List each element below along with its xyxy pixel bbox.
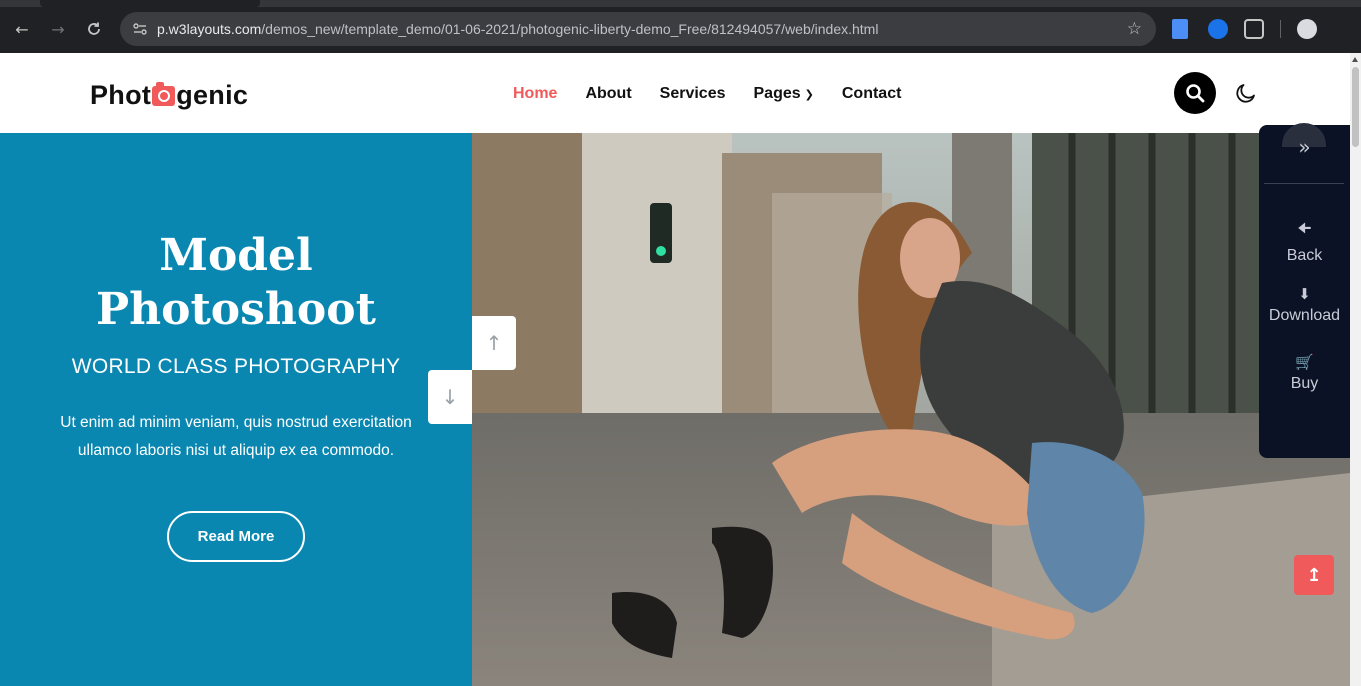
search-button[interactable] [1174,72,1216,114]
arrow-up-icon: ↑ [485,331,503,355]
site-logo[interactable]: Phot genic [90,80,248,111]
hero-title: Model Photoshoot [0,229,472,337]
profile-icon[interactable] [1297,19,1317,39]
chevron-down-icon: ❯ [804,87,814,101]
hero-panel: Model Photoshoot WORLD CLASS PHOTOGRAPHY… [0,133,472,686]
nav-about[interactable]: About [585,85,631,103]
url-text: p.w3layouts.com/demos_new/template_demo/… [157,21,878,37]
demo-side-panel: » 🠈 Back ⬇ Download 🛒 Buy [1259,123,1350,458]
nav-services[interactable]: Services [660,85,726,103]
browser-toolbar: ← → p.w3layouts.com/demos_new/template_d… [0,0,1361,53]
puzzle-extension-icon[interactable] [1244,19,1264,39]
nav-pages[interactable]: Pages ❯ [754,85,814,103]
site-info-icon[interactable] [132,21,148,37]
page-scrollbar[interactable] [1350,53,1361,686]
scrollbar-thumb[interactable] [1352,67,1359,147]
arrow-left-icon: 🠈 [1297,219,1312,237]
address-bar[interactable]: p.w3layouts.com/demos_new/template_demo/… [120,12,1156,46]
reload-icon[interactable] [82,17,106,41]
read-more-button[interactable]: Read More [167,511,305,562]
extension-icon[interactable] [1172,19,1188,39]
forward-icon[interactable]: → [46,17,70,41]
dark-mode-toggle[interactable] [1233,80,1259,106]
slide-up-button[interactable]: ↑ [472,316,516,370]
nav-pages-label: Pages [753,85,801,102]
slide-down-button[interactable]: ↓ [428,370,472,424]
bookmark-star-icon[interactable]: ☆ [1127,19,1142,39]
main-nav: Home About Services Pages ❯ Contact [513,85,901,103]
scroll-to-top-button[interactable]: ↥ [1294,555,1334,595]
side-panel-divider [1264,183,1344,184]
active-tab[interactable] [40,0,260,7]
arrow-up-icon: ↥ [1306,564,1322,586]
url-host: p.w3layouts.com [157,21,262,37]
download-icon: ⬇ [1298,285,1311,303]
hero-description: Ut enim ad minim veniam, quis nostrud ex… [60,414,412,459]
model-photo [472,133,1350,686]
logo-text-start: Phot [90,80,152,110]
search-icon [1186,84,1205,103]
scroll-up-arrow[interactable] [1352,57,1358,62]
toolbar-divider [1280,20,1281,38]
tab-strip [0,0,1361,7]
hero-subtitle: WORLD CLASS PHOTOGRAPHY [71,355,401,378]
camera-icon [152,81,176,106]
hero-title-line2: Photoshoot [96,284,376,335]
url-path: /demos_new/template_demo/01-06-2021/phot… [261,21,879,37]
arrow-down-icon: ↓ [441,385,459,409]
nav-contact[interactable]: Contact [842,85,902,103]
back-icon[interactable]: ← [10,17,34,41]
site-header: Phot genic Home About Services Pages ❯ Co… [0,53,1350,133]
side-buy-button[interactable]: 🛒 Buy [1259,353,1350,393]
hero-title-line1: Model [159,230,313,281]
side-back-label: Back [1286,247,1323,264]
side-buy-label: Buy [1290,375,1319,392]
moon-icon [1236,84,1255,103]
nav-home[interactable]: Home [513,85,557,103]
logo-text-end: genic [176,80,249,110]
extension-icon[interactable] [1208,19,1228,39]
double-chevron-right-icon[interactable]: » [1259,135,1350,159]
cart-icon: 🛒 [1295,353,1314,371]
side-download-label: Download [1268,307,1341,324]
side-download-button[interactable]: ⬇ Download [1259,285,1350,325]
hero-image [472,133,1350,686]
side-back-button[interactable]: 🠈 Back [1259,218,1350,265]
